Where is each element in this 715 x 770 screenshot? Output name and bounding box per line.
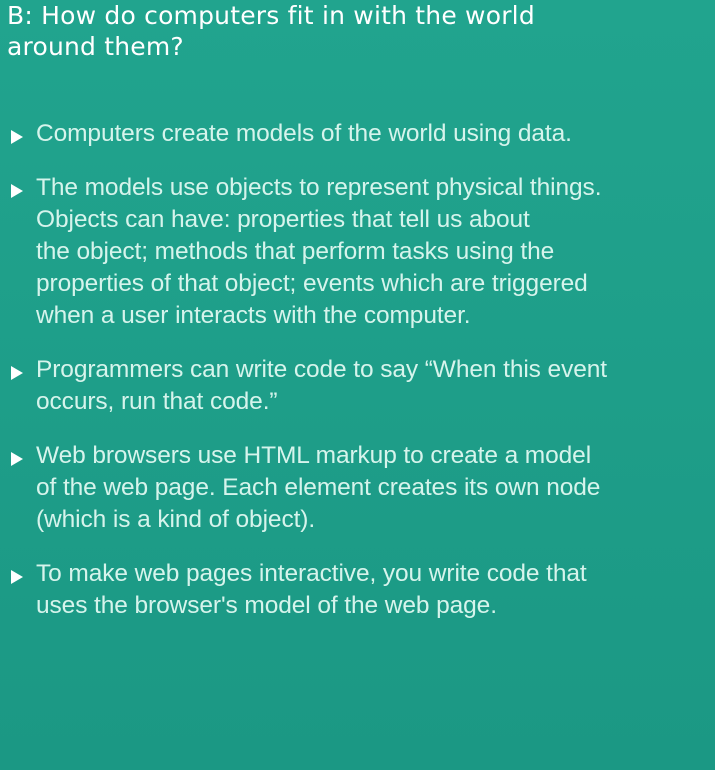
- triangle-right-icon: [11, 366, 23, 380]
- page: B: How do computers fit in with the worl…: [0, 0, 715, 770]
- triangle-right-icon: [11, 452, 23, 466]
- list-item-text: The models use objects to represent phys…: [36, 174, 602, 329]
- list-item: Programmers can write code to say “When …: [8, 354, 708, 418]
- list-item: Web browsers use HTML markup to create a…: [8, 440, 708, 536]
- triangle-right-icon: [11, 570, 23, 584]
- list-item: The models use objects to represent phys…: [8, 172, 708, 332]
- list-item-text: Computers create models of the world usi…: [36, 120, 572, 147]
- triangle-right-icon: [11, 184, 23, 198]
- list-item: To make web pages interactive, you write…: [8, 558, 708, 622]
- list-item-text: Web browsers use HTML markup to create a…: [36, 442, 601, 533]
- triangle-right-icon: [11, 130, 23, 144]
- list-item-text: Programmers can write code to say “When …: [36, 356, 607, 415]
- list-item: Computers create models of the world usi…: [8, 118, 708, 150]
- bullet-list: Computers create models of the world usi…: [8, 118, 708, 644]
- list-item-text: To make web pages interactive, you write…: [36, 560, 587, 619]
- section-heading: B: How do computers fit in with the worl…: [7, 1, 535, 61]
